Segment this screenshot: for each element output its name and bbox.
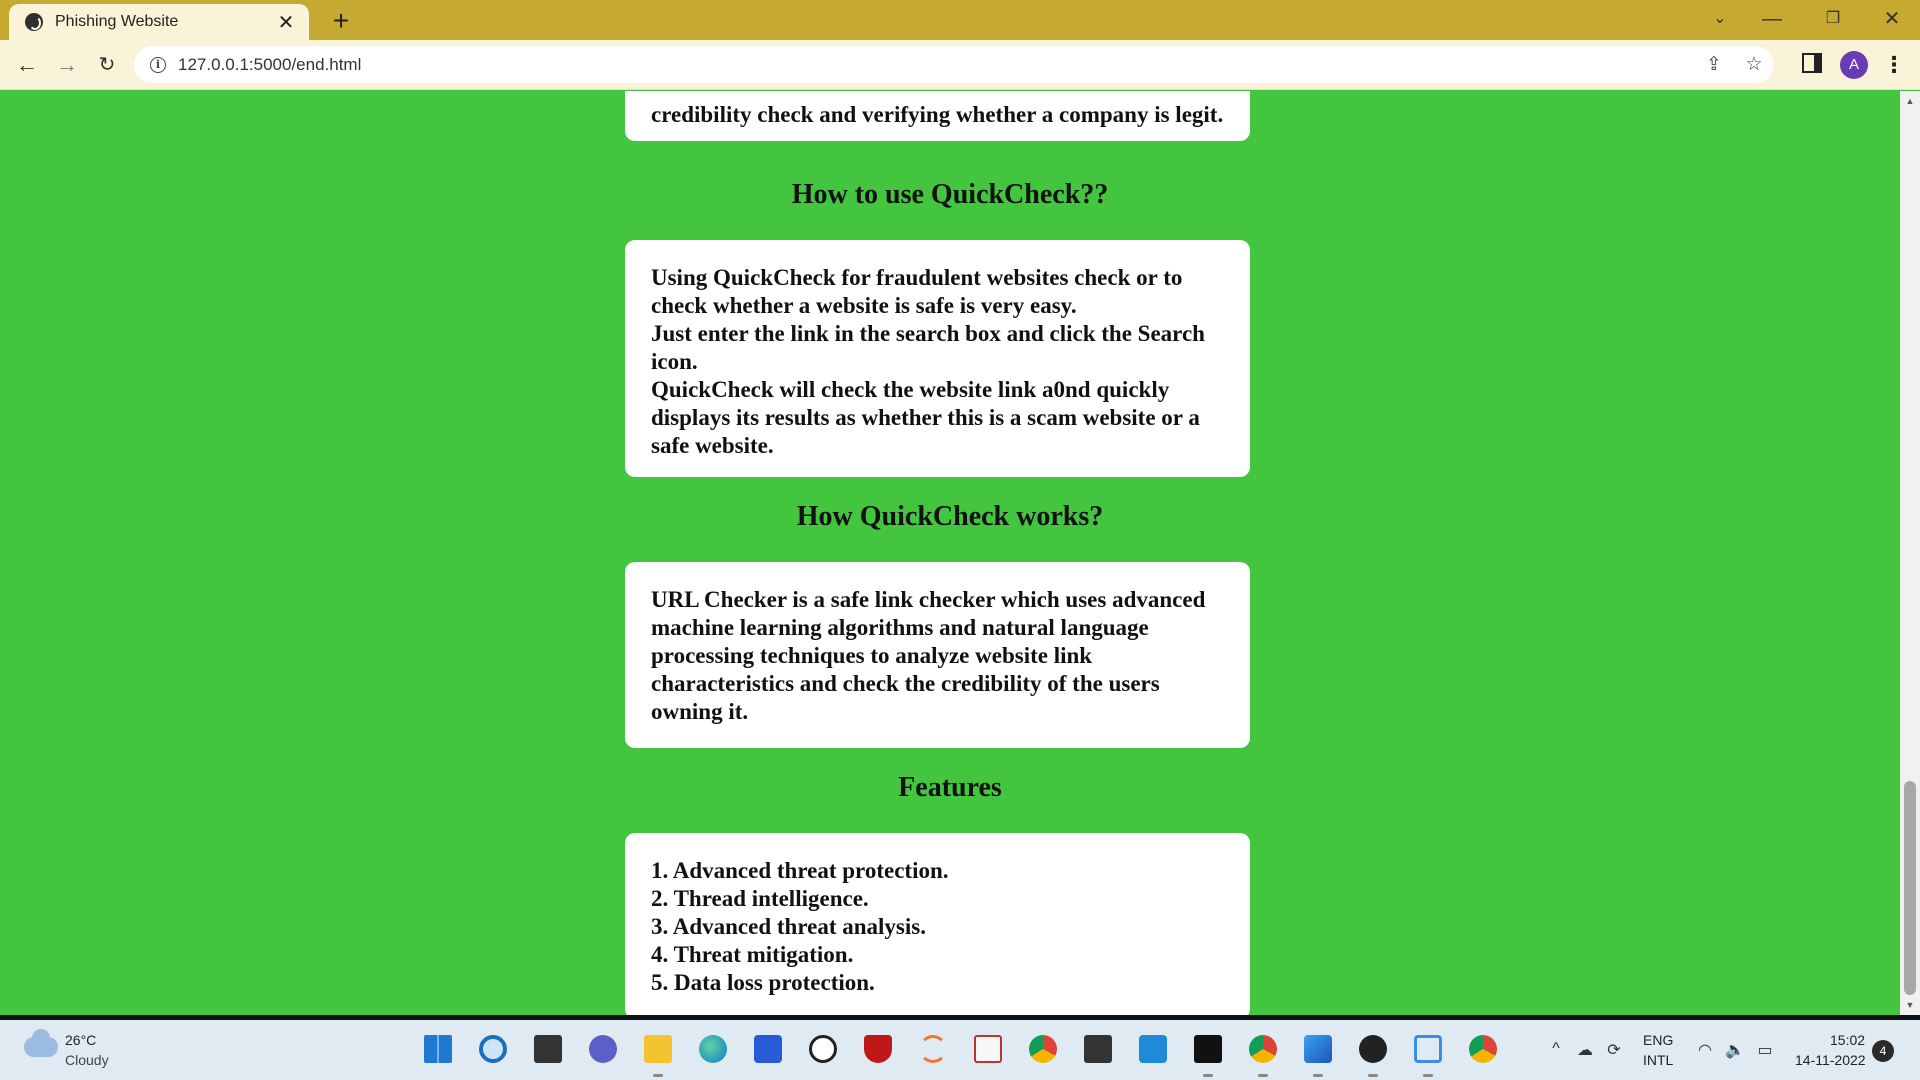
keyboard-layout-indicator[interactable]: INTL — [1643, 1052, 1673, 1068]
clock-date[interactable]: 14-11-2022 — [1795, 1052, 1866, 1068]
how-it-works-heading: How QuickCheck works? — [796, 501, 1104, 532]
battery-icon[interactable]: ▭ — [1752, 1040, 1778, 1060]
url-text[interactable]: 127.0.0.1:5000/end.html — [178, 55, 1694, 75]
back-button[interactable]: ← — [10, 48, 44, 82]
restore-button[interactable]: ❐ — [1813, 4, 1853, 34]
volume-icon[interactable]: 🔈 — [1722, 1040, 1748, 1060]
page-viewport: credibility check and verifying whether … — [0, 91, 1900, 1015]
file-explorer-icon[interactable] — [641, 1032, 675, 1077]
sync-icon[interactable]: ⟳ — [1601, 1040, 1627, 1060]
chat-icon[interactable] — [586, 1032, 620, 1066]
scroll-down-arrow-icon[interactable]: ▼ — [1900, 997, 1920, 1013]
minimize-button[interactable]: — — [1752, 4, 1792, 34]
language-indicator[interactable]: ENG — [1643, 1032, 1673, 1048]
clock-time[interactable]: 15:02 — [1830, 1032, 1865, 1048]
cloud-weather-icon[interactable] — [24, 1029, 58, 1057]
chrome-profile-icon[interactable] — [1246, 1032, 1280, 1077]
address-bar[interactable]: i 127.0.0.1:5000/end.html ⇪ ☆ — [134, 46, 1774, 83]
how-it-works-card: URL Checker is a safe link checker which… — [625, 562, 1250, 748]
feature-item: 2. Thread intelligence. — [651, 886, 869, 911]
features-heading: Features — [898, 772, 1002, 803]
how-to-use-heading: How to use QuickCheck?? — [791, 179, 1109, 210]
how-to-use-line-2: Just enter the link in the search box an… — [651, 321, 1205, 374]
photos-icon[interactable] — [1301, 1032, 1335, 1077]
feature-item: 3. Advanced threat analysis. — [651, 914, 926, 939]
terminal-icon[interactable] — [1081, 1032, 1115, 1066]
browser-menu-icon[interactable]: ⋮ — [1882, 48, 1906, 82]
vscode-icon[interactable] — [1136, 1032, 1170, 1066]
chrome-active-icon[interactable] — [1466, 1032, 1500, 1066]
bookmark-star-icon[interactable]: ☆ — [1734, 53, 1774, 76]
tab-close-icon[interactable]: ✕ — [273, 10, 299, 35]
feature-item: 1. Advanced threat protection. — [651, 858, 949, 883]
tab-phishing-website[interactable]: Phishing Website ✕ — [9, 4, 309, 40]
notification-badge[interactable]: 4 — [1872, 1040, 1894, 1062]
how-to-use-card: Using QuickCheck for fraudulent websites… — [625, 240, 1250, 477]
cmd-icon[interactable] — [1191, 1032, 1225, 1077]
feature-item: 4. Threat mitigation. — [651, 942, 854, 967]
features-card: 1. Advanced threat protection. 2. Thread… — [625, 833, 1250, 1015]
browser-toolbar: ← → ↻ i 127.0.0.1:5000/end.html ⇪ ☆ A ⋮ — [0, 40, 1920, 90]
reload-button[interactable]: ↻ — [90, 48, 124, 82]
site-info-icon[interactable]: i — [150, 56, 166, 73]
weather-description[interactable]: Cloudy — [65, 1052, 109, 1068]
feature-item: 5. Data loss protection. — [651, 970, 875, 995]
media-player-icon[interactable] — [1356, 1032, 1390, 1077]
scroll-up-arrow-icon[interactable]: ▲ — [1900, 93, 1920, 109]
page-scrollbar[interactable]: ▲ ▼ — [1900, 91, 1920, 1015]
start-icon[interactable] — [421, 1032, 455, 1066]
store-icon[interactable] — [751, 1032, 785, 1066]
globe-favicon-icon — [25, 13, 43, 31]
chrome-icon[interactable] — [1026, 1032, 1060, 1066]
jupyter-icon[interactable] — [916, 1032, 950, 1066]
task-view-icon[interactable] — [531, 1032, 565, 1066]
tab-bar: Phishing Website ✕ + ⌄ — ❐ ✕ — [0, 0, 1920, 40]
app-icon[interactable] — [971, 1032, 1005, 1066]
wifi-icon[interactable]: ◠ — [1692, 1040, 1718, 1060]
forward-button[interactable]: → — [50, 48, 84, 82]
how-it-works-text: URL Checker is a safe link checker which… — [651, 587, 1206, 724]
edge-icon[interactable] — [696, 1032, 730, 1066]
side-panel-icon[interactable] — [1802, 53, 1822, 73]
intro-card: credibility check and verifying whether … — [625, 91, 1250, 141]
mcafee-icon[interactable] — [861, 1032, 895, 1066]
screen-icon[interactable] — [1411, 1032, 1445, 1077]
how-to-use-line-3: QuickCheck will check the website link a… — [651, 377, 1200, 458]
scroll-thumb[interactable] — [1904, 781, 1916, 995]
weather-temperature[interactable]: 26°C — [65, 1032, 96, 1048]
tab-search-dropdown-icon[interactable]: ⌄ — [1700, 4, 1740, 34]
tab-title: Phishing Website — [55, 13, 179, 30]
dell-icon[interactable] — [806, 1032, 840, 1066]
close-window-button[interactable]: ✕ — [1872, 4, 1912, 34]
profile-avatar[interactable]: A — [1840, 51, 1868, 79]
search-icon[interactable] — [476, 1032, 510, 1066]
intro-text: credibility check and verifying whether … — [651, 102, 1224, 127]
show-hidden-icons-chevron-icon[interactable]: ^ — [1543, 1040, 1569, 1058]
share-icon[interactable]: ⇪ — [1694, 53, 1734, 76]
taskbar: 26°C Cloudy ^ ☁ ⟳ ENG INTL ◠ 🔈 ▭ 15:02 1… — [0, 1020, 1920, 1080]
how-to-use-line-1: Using QuickCheck for fraudulent websites… — [651, 265, 1183, 318]
onedrive-cloud-icon[interactable]: ☁ — [1572, 1040, 1598, 1060]
new-tab-button[interactable]: + — [326, 6, 356, 36]
